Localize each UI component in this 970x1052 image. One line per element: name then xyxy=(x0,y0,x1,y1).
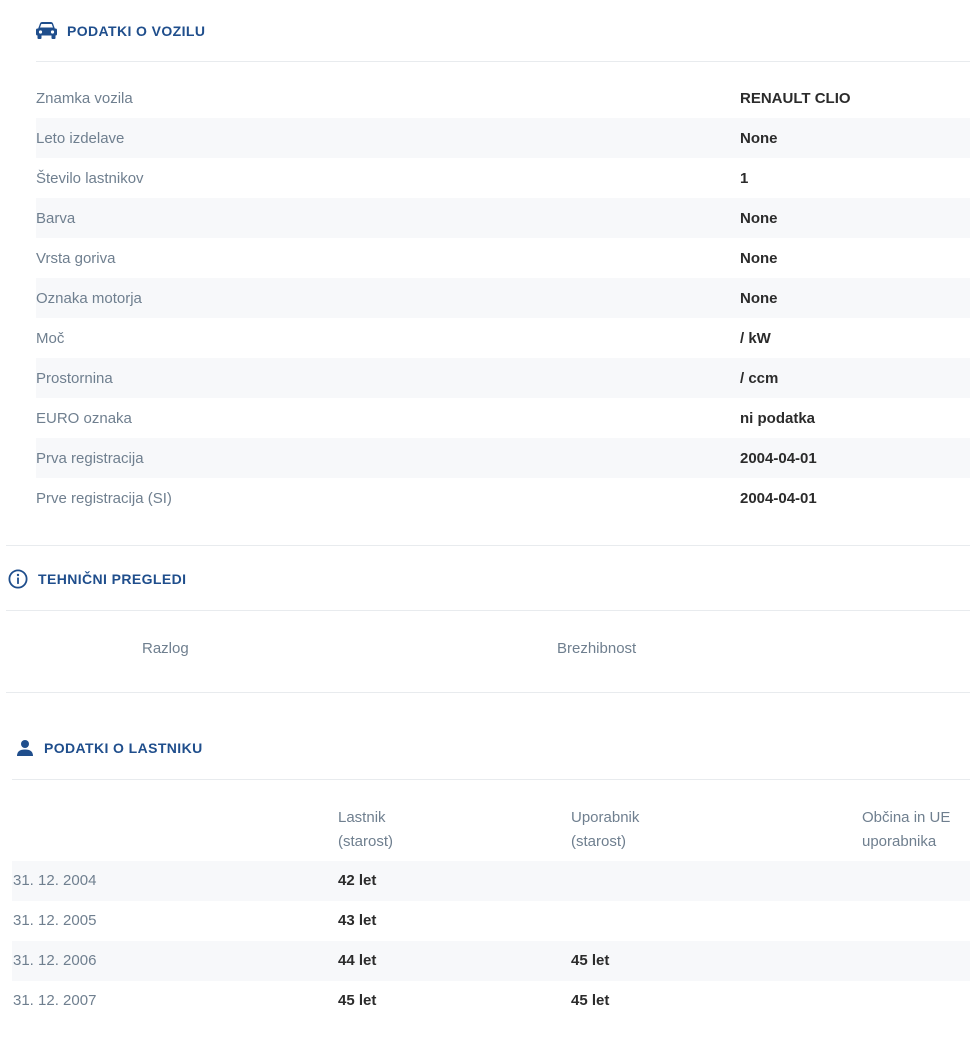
vehicle-section-title: PODATKI O VOZILU xyxy=(36,20,205,42)
vehicle-row-value: 1 xyxy=(740,169,749,187)
vehicle-row: Prva registracija 2004-04-01 xyxy=(36,438,970,478)
column-header-uporabnik: Uporabnik (starost) xyxy=(571,806,691,854)
vehicle-row-value: / kW xyxy=(740,329,771,347)
vehicle-row-label: Prva registracija xyxy=(36,449,144,467)
owner-row-user-age: 45 let xyxy=(571,992,610,1009)
owner-row: 31. 12. 2005 43 let xyxy=(12,901,970,941)
divider xyxy=(6,692,970,693)
vehicle-row-label: Leto izdelave xyxy=(36,129,125,147)
owner-row-owner-age: 45 let xyxy=(338,992,377,1009)
person-icon xyxy=(16,739,44,757)
vehicle-row-value: None xyxy=(740,289,778,307)
column-header-line: uporabnika xyxy=(862,833,937,850)
vehicle-row-label: EURO oznaka xyxy=(36,409,132,427)
owner-row-owner-age: 42 let xyxy=(338,872,377,889)
column-header-line: (starost) xyxy=(338,833,394,850)
column-header-line: (starost) xyxy=(571,833,627,850)
owner-row-owner-age: 43 let xyxy=(338,912,377,929)
vehicle-row: Moč / kW xyxy=(36,318,970,358)
vehicle-row-value: / ccm xyxy=(740,369,779,387)
vehicle-row-label: Oznaka motorja xyxy=(36,289,142,307)
vehicle-row: Znamka vozila RENAULT CLIO xyxy=(36,78,970,118)
vehicle-row-value: None xyxy=(740,129,778,147)
owner-row-date: 31. 12. 2005 xyxy=(13,912,97,929)
vehicle-row: Leto izdelave None xyxy=(36,118,970,158)
column-header-obcina: Občina in UE uporabnika xyxy=(862,806,970,854)
column-header-brezhibnost: Brezhibnost xyxy=(557,640,637,657)
column-header-line: Občina in UE xyxy=(862,809,951,826)
info-icon xyxy=(8,569,38,589)
vehicle-row-value: None xyxy=(740,209,778,227)
divider xyxy=(36,61,970,62)
owner-row-date: 31. 12. 2007 xyxy=(13,992,97,1009)
owner-row: 31. 12. 2007 45 let 45 let xyxy=(12,981,970,1021)
vehicle-row-value: None xyxy=(740,249,778,267)
owner-row-user-age: 45 let xyxy=(571,952,610,969)
vehicle-row-label: Vrsta goriva xyxy=(36,249,116,267)
section-title-text: PODATKI O LASTNIKU xyxy=(44,740,203,756)
divider xyxy=(6,610,970,611)
vehicle-row-label: Moč xyxy=(36,329,65,347)
vehicle-row-value: ni podatka xyxy=(740,409,816,427)
car-icon xyxy=(36,22,67,40)
owner-row: 31. 12. 2004 42 let xyxy=(12,861,970,901)
vehicle-row: Prostornina / ccm xyxy=(36,358,970,398)
divider xyxy=(6,545,970,546)
vehicle-row-label: Prostornina xyxy=(36,369,113,387)
column-header-line: Uporabnik xyxy=(571,809,640,826)
vehicle-row: Barva None xyxy=(36,198,970,238)
inspections-section-title: TEHNIČNI PREGLEDI xyxy=(8,568,186,590)
vehicle-row: Prve registracija (SI) 2004-04-01 xyxy=(36,478,970,518)
section-title-text: PODATKI O VOZILU xyxy=(67,23,206,39)
vehicle-row-value: 2004-04-01 xyxy=(740,489,817,507)
vehicle-row: EURO oznaka ni podatka xyxy=(36,398,970,438)
divider xyxy=(12,779,970,780)
vehicle-row-value: RENAULT CLIO xyxy=(740,89,851,107)
owner-row-date: 31. 12. 2004 xyxy=(13,872,97,889)
column-header-lastnik: Lastnik (starost) xyxy=(338,806,458,854)
vehicle-row-label: Barva xyxy=(36,209,76,227)
column-header-line: Lastnik xyxy=(338,809,386,826)
vehicle-row: Oznaka motorja None xyxy=(36,278,970,318)
owner-section-title: PODATKI O LASTNIKU xyxy=(16,737,203,759)
vehicle-row: Število lastnikov 1 xyxy=(36,158,970,198)
vehicle-row-label: Prve registracija (SI) xyxy=(36,489,172,507)
vehicle-row: Vrsta goriva None xyxy=(36,238,970,278)
vehicle-row-label: Število lastnikov xyxy=(36,169,144,187)
owner-row-owner-age: 44 let xyxy=(338,952,377,969)
vehicle-row-label: Znamka vozila xyxy=(36,89,133,107)
section-title-text: TEHNIČNI PREGLEDI xyxy=(38,571,187,587)
owner-row: 31. 12. 2006 44 let 45 let xyxy=(12,941,970,981)
owner-row-date: 31. 12. 2006 xyxy=(13,952,97,969)
column-header-razlog: Razlog xyxy=(142,640,189,657)
vehicle-row-value: 2004-04-01 xyxy=(740,449,817,467)
